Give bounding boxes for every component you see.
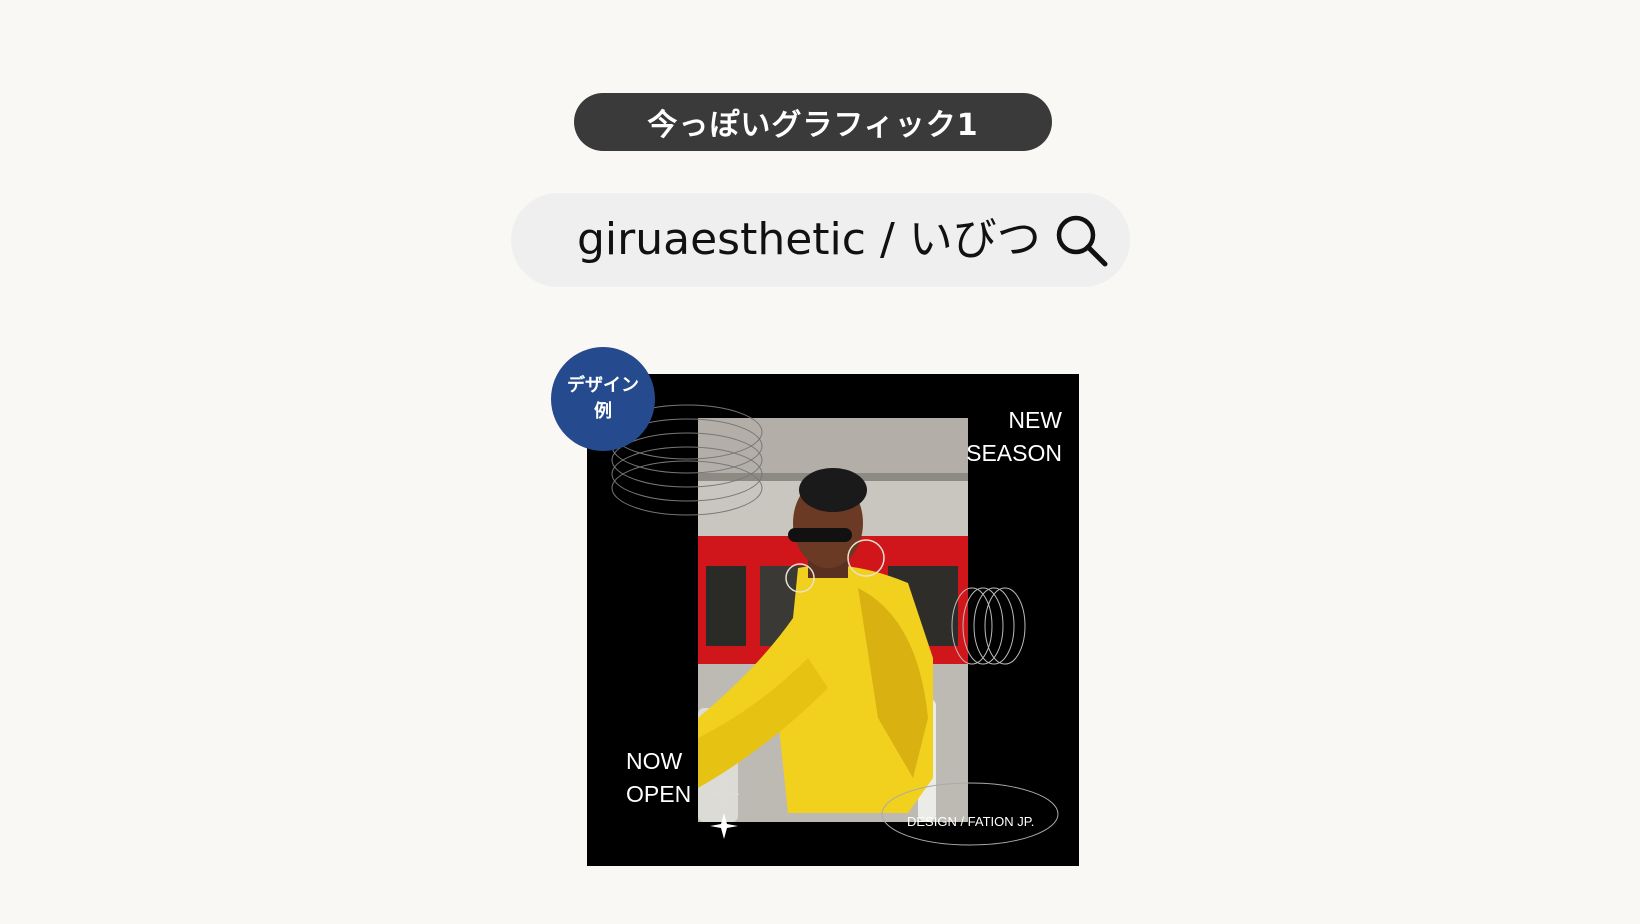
now-open-text: NOW OPEN — [626, 748, 692, 807]
new-season-text: NEW SEASON — [966, 407, 1062, 466]
design-example-card: NEW SEASON NOW OPEN DESIGN / FATION JP. — [587, 374, 1079, 866]
search-bar[interactable]: giruaesthetic / いびつ — [511, 193, 1130, 287]
search-icon[interactable] — [1054, 213, 1110, 269]
search-input[interactable]: giruaesthetic / いびつ — [577, 193, 1041, 287]
page-title: 今っぽいグラフィック1 — [574, 93, 1052, 151]
design-credit: DESIGN / FATION JP. — [907, 814, 1035, 829]
design-example-badge: デザイン 例 — [551, 347, 655, 451]
